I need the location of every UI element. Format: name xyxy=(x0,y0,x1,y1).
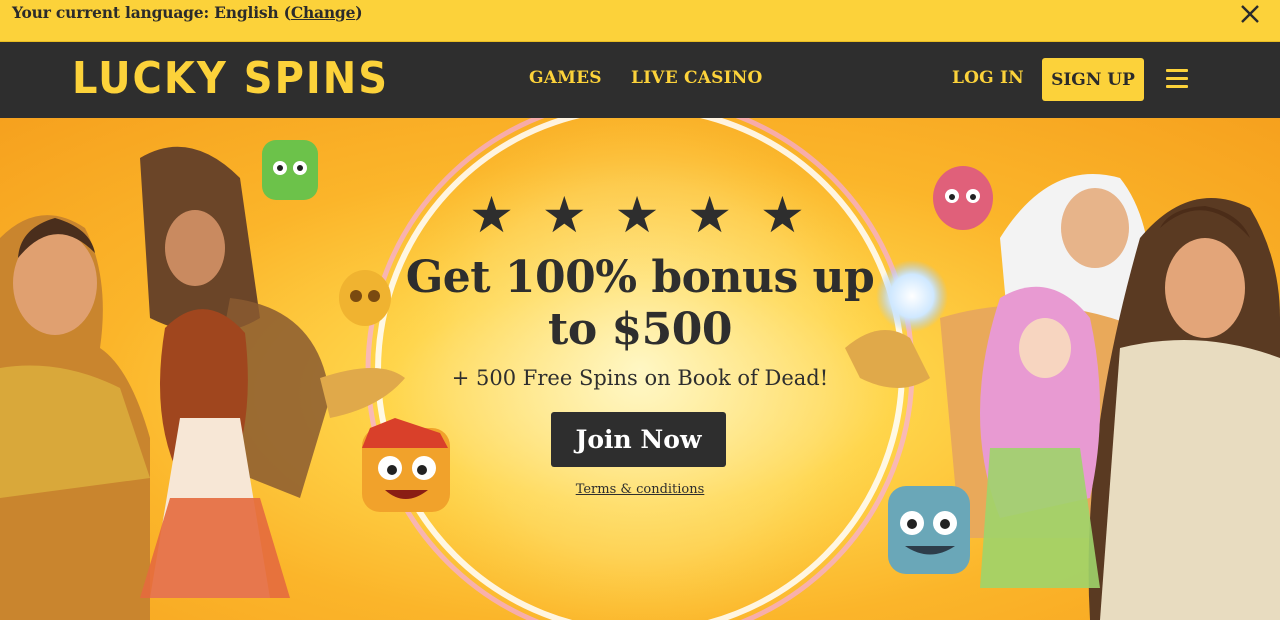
close-icon[interactable] xyxy=(1238,2,1262,26)
hero-promo: ★ ★ ★ ★ ★ Get 100% bonus up to $500 + 50… xyxy=(340,118,940,620)
hamburger-menu-icon[interactable] xyxy=(1166,69,1190,91)
join-now-button[interactable]: Join Now xyxy=(551,412,726,467)
change-language-link[interactable]: Change xyxy=(291,3,356,22)
nav-live-casino[interactable]: LIVE CASINO xyxy=(631,68,762,88)
hero-subline: + 500 Free Spins on Book of Dead! xyxy=(451,366,829,390)
login-link[interactable]: LOG IN xyxy=(952,68,1024,88)
language-bar: Your current language: English (Change) xyxy=(0,0,1280,42)
signup-button[interactable]: SIGN UP xyxy=(1042,58,1144,101)
language-suffix: ) xyxy=(355,3,363,22)
language-notice: Your current language: English (Change) xyxy=(12,3,363,22)
lucky-spins-logo[interactable]: LUCKY SPINS xyxy=(72,54,389,104)
hero-banner: ★ ★ ★ ★ ★ Get 100% bonus up to $500 + 50… xyxy=(0,118,1280,620)
page-bottom-spacer xyxy=(0,620,1280,635)
nav-games[interactable]: GAMES xyxy=(529,68,602,88)
hero-headline: Get 100% bonus up to $500 xyxy=(405,252,875,355)
language-prefix: Your current language: English ( xyxy=(12,3,291,22)
rating-stars-icon: ★ ★ ★ ★ ★ xyxy=(469,186,811,244)
terms-conditions-link[interactable]: Terms & conditions xyxy=(340,482,940,497)
site-header: LUCKY SPINS GAMES LIVE CASINO LOG IN SIG… xyxy=(0,42,1280,118)
